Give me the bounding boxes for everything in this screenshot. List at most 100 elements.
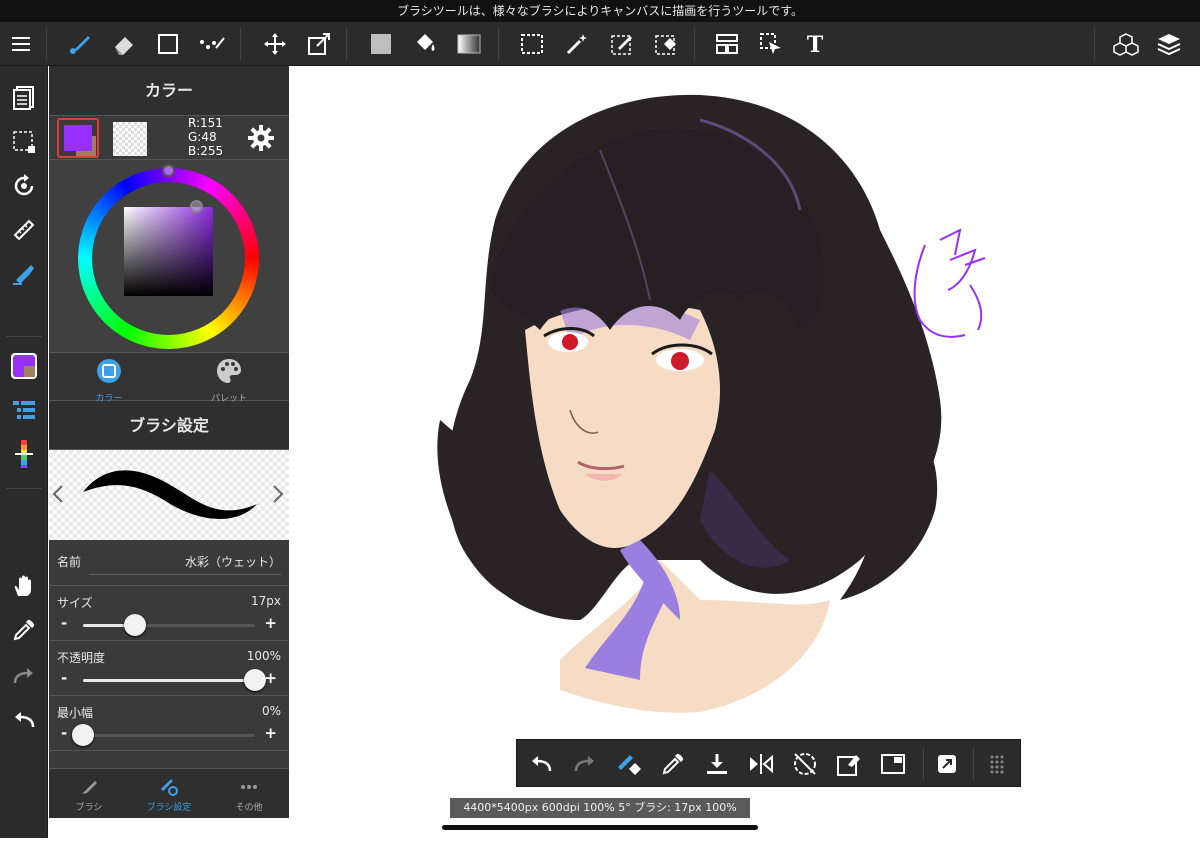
flip-horizontal-icon[interactable] xyxy=(745,748,777,780)
3d-icon[interactable] xyxy=(1110,28,1142,60)
select-pen-icon[interactable] xyxy=(606,28,638,60)
opacity-plus-button[interactable]: + xyxy=(264,669,277,687)
brush-preview xyxy=(49,450,289,540)
min-width-slider-knob[interactable] xyxy=(72,724,94,746)
tool-tip-message: ブラシツールは、様々なブラシによりキャンバスに描画を行うツールです。 xyxy=(0,0,1200,22)
opacity-row: 不透明度 100% - + xyxy=(49,641,289,696)
menu-icon[interactable] xyxy=(6,28,38,60)
select-rect-icon[interactable] xyxy=(516,28,548,60)
color-tabs: カラー パレット xyxy=(49,352,289,404)
redo-icon[interactable] xyxy=(8,660,40,692)
min-width-label: 最小幅 xyxy=(57,706,94,720)
secondary-color-swatch[interactable] xyxy=(113,122,147,156)
min-width-minus-button[interactable]: - xyxy=(61,724,67,742)
eyedropper-icon[interactable] xyxy=(657,748,689,780)
eraser-icon[interactable] xyxy=(108,28,140,60)
next-brush-icon[interactable] xyxy=(271,484,287,504)
tab-other[interactable]: その他 xyxy=(209,769,289,818)
color-panel-title: カラー xyxy=(49,66,289,116)
tab-palette[interactable]: パレット xyxy=(169,353,289,404)
primary-color-swatch[interactable] xyxy=(57,118,99,158)
home-indicator[interactable] xyxy=(442,825,758,830)
canvas-status-bar: 4400*5400px 600dpi 100% 5° ブラシ: 17px 100… xyxy=(450,798,750,818)
brush-icon[interactable] xyxy=(64,28,96,60)
tab-palette-label: パレット xyxy=(210,394,247,404)
size-plus-button[interactable]: + xyxy=(264,614,277,632)
snap-icon[interactable] xyxy=(8,258,40,290)
rotation-reset-icon[interactable] xyxy=(789,748,821,780)
color-row: R:151 G:48 B:255 xyxy=(49,116,289,160)
tab-brush-settings[interactable]: ブラシ設定 xyxy=(129,769,209,818)
opacity-label: 不透明度 xyxy=(57,651,106,665)
size-row: サイズ 17px - + xyxy=(49,586,289,641)
clear-selection-icon[interactable] xyxy=(833,748,865,780)
svg-text:T: T xyxy=(807,33,824,55)
min-width-value: 0% xyxy=(261,704,281,718)
text-icon[interactable]: T xyxy=(799,28,831,60)
magic-wand-icon[interactable] xyxy=(561,28,593,60)
download-icon[interactable] xyxy=(701,748,733,780)
brush-name-value[interactable]: 水彩（ウェット） xyxy=(89,553,281,575)
sv-handle[interactable] xyxy=(190,200,203,213)
undo-icon[interactable] xyxy=(525,748,557,780)
size-minus-button[interactable]: - xyxy=(61,614,67,632)
brush-eraser-toggle-icon[interactable] xyxy=(613,748,645,780)
tab-brush-settings-label: ブラシ設定 xyxy=(146,803,192,813)
rectangle-icon[interactable] xyxy=(152,28,184,60)
bucket-icon[interactable] xyxy=(409,28,441,60)
selection-icon[interactable] xyxy=(8,126,40,158)
brush-name-label: 名前 xyxy=(57,555,82,569)
brush-settings-tab-icon xyxy=(161,779,178,796)
select-eraser-icon[interactable] xyxy=(650,28,682,60)
brush-name-row[interactable]: 名前 水彩（ウェット） xyxy=(49,540,289,586)
size-value: 17px xyxy=(251,594,281,608)
move-icon[interactable] xyxy=(259,28,291,60)
saturation-value-square[interactable] xyxy=(124,207,213,296)
size-label: サイズ xyxy=(57,596,93,610)
size-slider-knob[interactable] xyxy=(123,614,146,636)
min-width-plus-button[interactable]: + xyxy=(264,724,277,742)
tab-other-label: その他 xyxy=(235,803,263,813)
min-width-row: 最小幅 0% - + xyxy=(49,696,289,751)
prev-brush-icon[interactable] xyxy=(51,484,67,504)
dot-icon[interactable] xyxy=(196,28,228,60)
drawing-canvas[interactable] xyxy=(290,66,1200,838)
signature xyxy=(913,228,986,338)
hue-handle[interactable] xyxy=(162,164,175,177)
brush-tab-icon xyxy=(82,781,97,794)
list-icon[interactable] xyxy=(8,394,40,426)
grip-icon[interactable] xyxy=(981,748,1013,780)
transform-icon[interactable] xyxy=(303,28,335,60)
undo-icon[interactable] xyxy=(8,704,40,736)
fill-color-icon[interactable] xyxy=(365,28,397,60)
rotate-icon[interactable] xyxy=(8,170,40,202)
screen-fit-icon[interactable] xyxy=(877,748,909,780)
gear-icon[interactable] xyxy=(247,124,275,152)
palette-icon xyxy=(217,359,241,383)
ruler-icon[interactable] xyxy=(8,214,40,246)
layers-icon[interactable] xyxy=(1153,28,1185,60)
main-toolbar: T xyxy=(0,22,1200,66)
redo-icon[interactable] xyxy=(569,748,601,780)
share-icon[interactable] xyxy=(931,748,963,780)
artwork xyxy=(437,94,986,713)
size-slider[interactable] xyxy=(83,614,255,636)
opacity-slider-knob[interactable] xyxy=(244,669,266,691)
eyedropper-icon[interactable] xyxy=(8,614,40,646)
tab-brush-label: ブラシ xyxy=(75,803,103,813)
tab-color[interactable]: カラー xyxy=(49,353,169,404)
current-color-icon[interactable] xyxy=(8,350,40,382)
operation-icon[interactable] xyxy=(755,28,787,60)
rgb-blue: B:255 xyxy=(188,144,224,158)
min-width-slider[interactable] xyxy=(72,724,255,746)
hand-icon[interactable] xyxy=(8,570,40,602)
opacity-slider[interactable] xyxy=(83,669,266,691)
frame-divider-icon[interactable] xyxy=(711,28,743,60)
tab-brush[interactable]: ブラシ xyxy=(49,769,129,818)
gradient-icon[interactable] xyxy=(453,28,485,60)
opacity-minus-button[interactable]: - xyxy=(61,669,67,687)
color-bar-icon[interactable] xyxy=(8,438,40,470)
brush-stroke-preview xyxy=(83,470,257,519)
rgb-readout: R:151 G:48 B:255 xyxy=(188,116,223,158)
pages-icon[interactable] xyxy=(8,82,40,114)
